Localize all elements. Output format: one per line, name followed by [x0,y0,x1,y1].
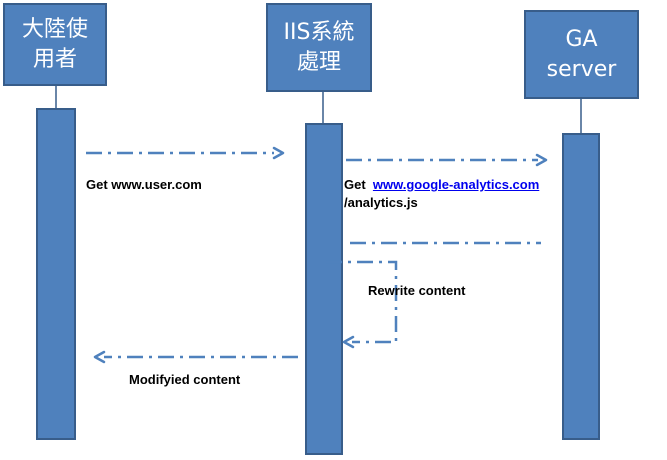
arrowhead-get-ga [535,153,548,167]
arrowhead-modified [93,350,106,364]
message-arrows [86,146,548,364]
label-modified: Modifyied content [129,372,241,387]
label-get-ga-path: /analytics.js [344,195,418,210]
arrowhead-get-user [272,146,285,160]
label-get-ga: Get www.google-analytics.com [344,177,539,192]
ga-analytics-link[interactable]: www.google-analytics.com [373,177,539,192]
arrow-rewrite-loop [326,260,398,344]
arrowhead-rewrite [342,335,355,349]
label-get-user: Get www.user.com [86,177,202,192]
label-rewrite: Rewrite content [368,283,466,298]
label-get-ga-prefix: Get [344,177,373,192]
